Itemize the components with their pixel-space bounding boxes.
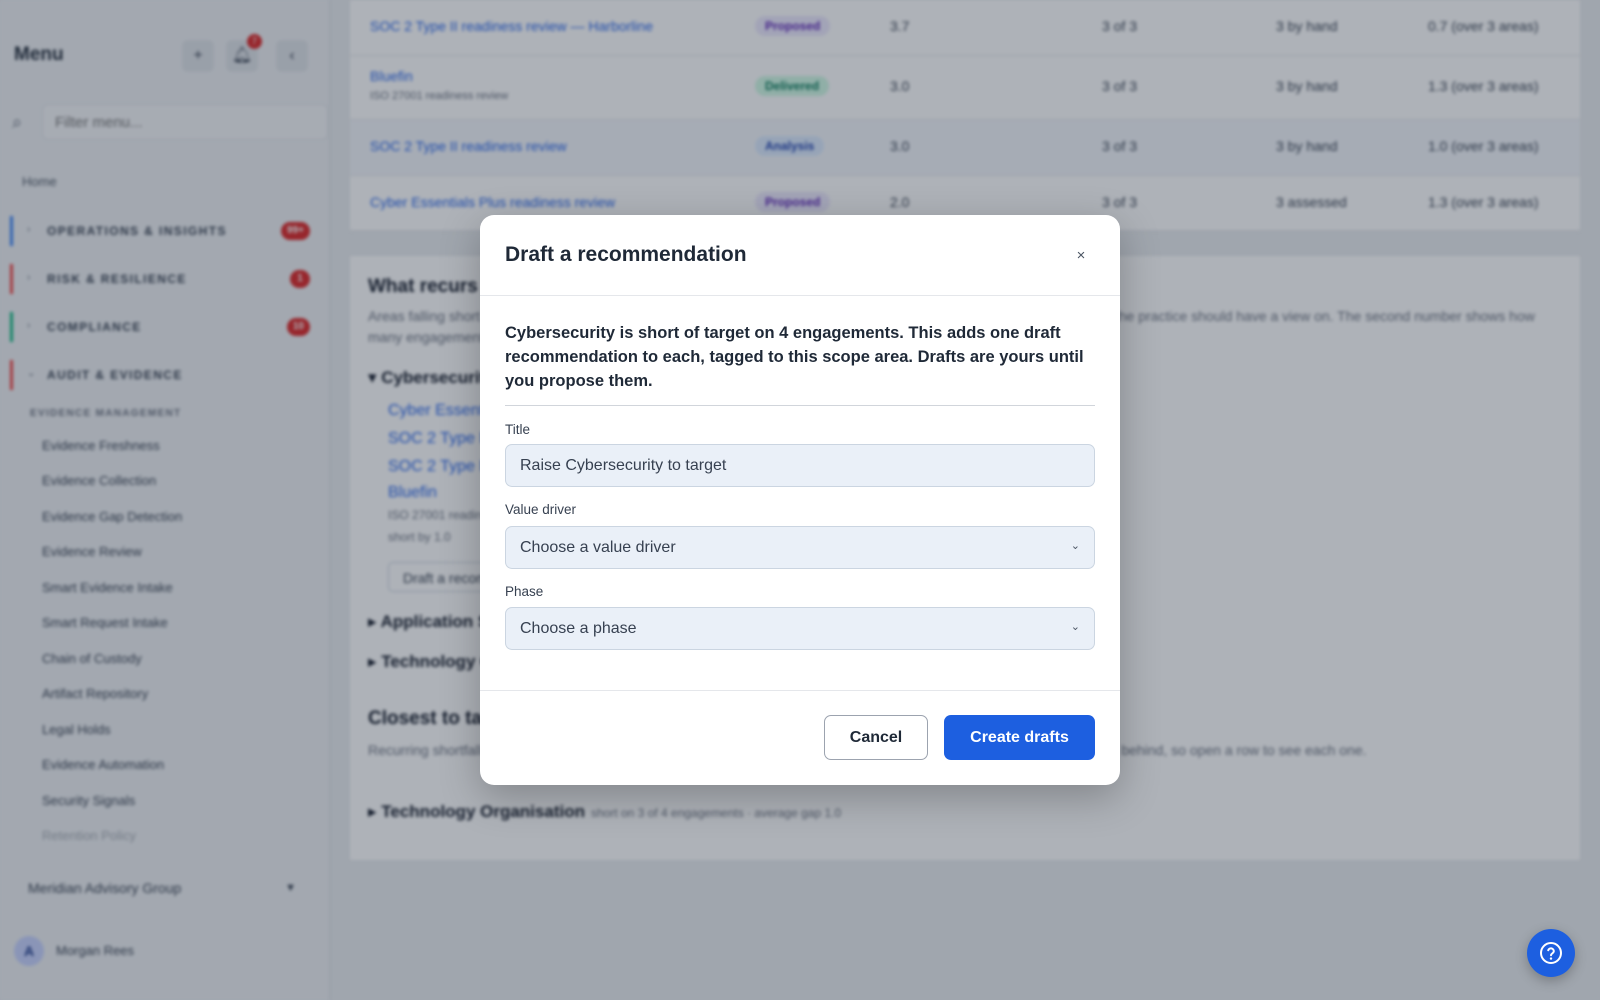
title-label: Title bbox=[505, 422, 531, 437]
phase-select[interactable]: Choose a phase ⌄ bbox=[505, 607, 1095, 650]
create-drafts-button[interactable]: Create drafts bbox=[944, 715, 1095, 760]
close-icon[interactable]: × bbox=[1072, 247, 1090, 265]
cancel-button[interactable]: Cancel bbox=[824, 715, 928, 760]
dialog-header: Draft a recommendation × bbox=[480, 215, 1120, 296]
draft-recommendation-dialog: Draft a recommendation × Cybersecurity i… bbox=[480, 215, 1120, 785]
dialog-title: Draft a recommendation bbox=[505, 243, 747, 266]
dialog-footer: Cancel Create drafts bbox=[480, 690, 1120, 785]
title-input[interactable] bbox=[505, 444, 1095, 487]
help-button[interactable] bbox=[1527, 929, 1575, 977]
phase-selected: Choose a phase bbox=[520, 620, 637, 637]
value-driver-label: Value driver bbox=[505, 502, 577, 517]
phase-label: Phase bbox=[505, 584, 544, 599]
dialog-description: Cybersecurity is short of target on 4 en… bbox=[505, 324, 1084, 390]
value-driver-selected: Choose a value driver bbox=[520, 539, 676, 556]
help-icon bbox=[1540, 942, 1562, 964]
chevron-down-icon: ⌄ bbox=[1070, 621, 1080, 633]
value-driver-select[interactable]: Choose a value driver ⌄ bbox=[505, 526, 1095, 569]
chevron-down-icon: ⌄ bbox=[1070, 540, 1080, 552]
divider bbox=[505, 405, 1095, 406]
